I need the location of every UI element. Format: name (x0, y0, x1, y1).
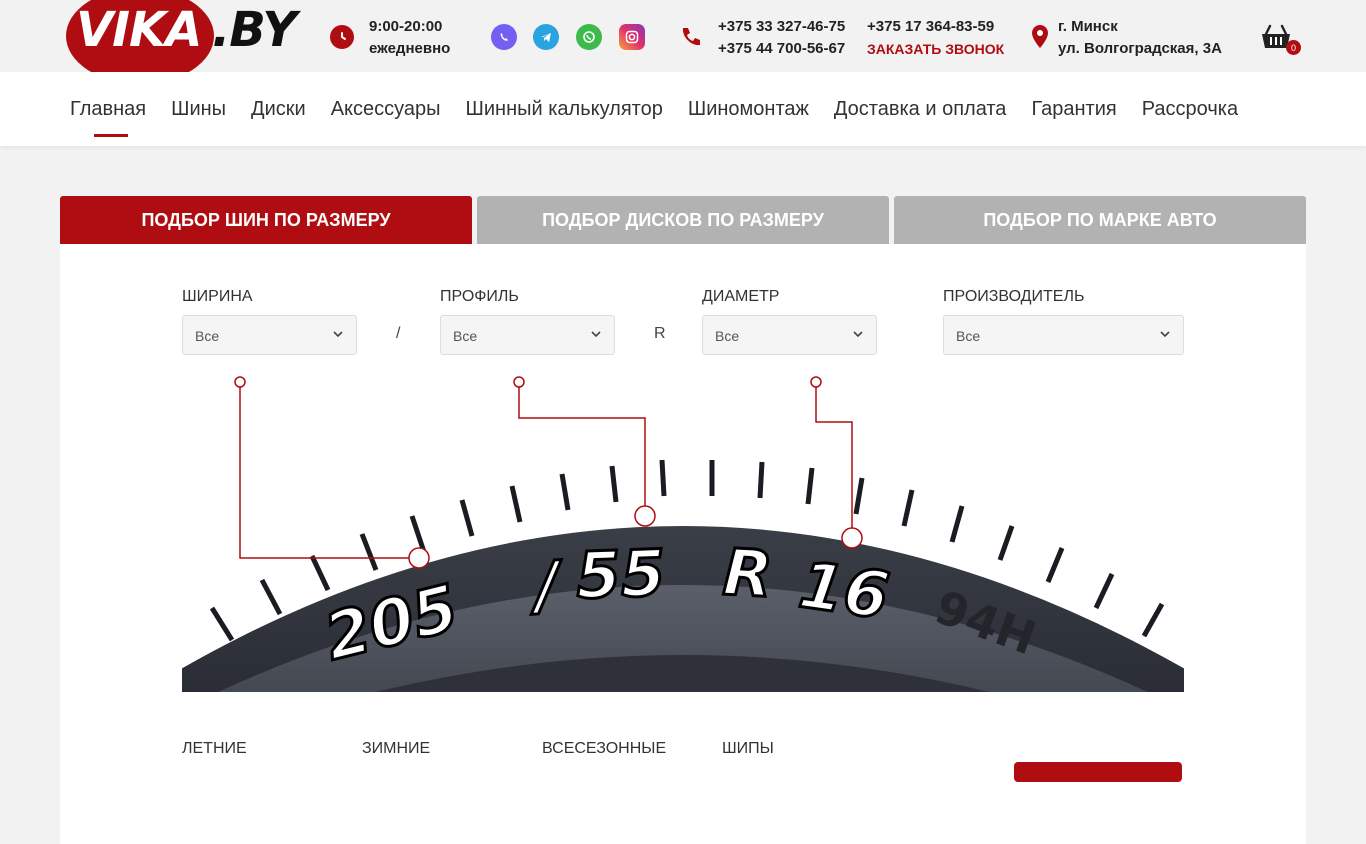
clock-icon (330, 25, 354, 49)
telegram-icon[interactable] (533, 24, 559, 50)
nav-item-home[interactable]: Главная (70, 98, 146, 137)
address-street: ул. Волгоградская, 3А (1058, 40, 1222, 57)
phone-number-2[interactable]: +375 44 700-56-67 (718, 38, 845, 60)
nav-item-tire-calculator[interactable]: Шинный калькулятор (466, 98, 663, 121)
tab-by-car-brand[interactable]: ПОДБОР ПО МАРКЕ АВТО (894, 196, 1306, 244)
chevron-down-icon (591, 331, 601, 338)
tab-wheels-by-size[interactable]: ПОДБОР ДИСКОВ ПО РАЗМЕРУ (477, 196, 889, 244)
nav-item-delivery[interactable]: Доставка и оплата (834, 98, 1007, 121)
width-select[interactable]: Все (182, 315, 357, 355)
tire-size-illustration: 205 / 55 R 16 94H (182, 370, 1184, 692)
logo-suffix: .BY (212, 2, 297, 58)
nav-item-wheels[interactable]: Диски (251, 98, 306, 121)
callback-link[interactable]: ЗАКАЗАТЬ ЗВОНОК (867, 38, 1004, 60)
tire-profile-text: 55 (575, 537, 667, 614)
diameter-select[interactable]: Все (702, 315, 877, 355)
chevron-down-icon (333, 331, 343, 338)
season-studded-label: ШИПЫ (722, 740, 774, 757)
season-summer-label: ЛЕТНИЕ (182, 740, 247, 757)
nav-item-tire-fitting[interactable]: Шиномонтаж (688, 98, 809, 121)
nav-item-installments[interactable]: Рассрочка (1142, 98, 1238, 121)
hours-days: ежедневно (369, 40, 451, 57)
store-address: г. Минск ул. Волгоградская, 3А (1058, 16, 1222, 60)
working-hours: 9:00-20:00 ежедневно (369, 16, 450, 60)
nav-item-tires[interactable]: Шины (171, 98, 226, 121)
chevron-down-icon (853, 331, 863, 338)
nav-item-warranty[interactable]: Гарантия (1031, 98, 1116, 121)
phone-callback-block: +375 17 364-83-59 ЗАКАЗАТЬ ЗВОНОК (867, 16, 1004, 60)
search-button[interactable] (1014, 762, 1182, 782)
profile-select[interactable]: Все (440, 315, 615, 355)
diameter-select-value: Все (715, 328, 740, 344)
width-label: ШИРИНА (182, 288, 253, 305)
season-winter-label: ЗИМНИЕ (362, 740, 431, 757)
phone-number-3[interactable]: +375 17 364-83-59 (867, 16, 1004, 38)
hours-time: 9:00-20:00 (369, 18, 443, 35)
top-bar: VIKA .BY 9:00-20:00 ежедневно +375 33 32… (0, 0, 1366, 84)
tire-r-text: R (721, 536, 774, 612)
profile-label: ПРОФИЛЬ (440, 288, 519, 305)
cart-button[interactable]: 0 (1260, 22, 1301, 56)
size-separator-slash: / (396, 325, 401, 342)
tire-diameter-text: 16 (795, 549, 893, 635)
nav-list: Главная Шины Диски Аксессуары Шинный кал… (70, 72, 1263, 146)
location-pin-icon (1030, 24, 1050, 50)
phone-number-1[interactable]: +375 33 327-46-75 (718, 16, 845, 38)
size-separator-r: R (654, 325, 666, 342)
width-select-value: Все (195, 328, 220, 344)
phone-icon (678, 24, 704, 50)
cart-count-badge: 0 (1286, 40, 1301, 55)
brand-select-value: Все (956, 328, 981, 344)
instagram-icon[interactable] (619, 24, 645, 50)
search-tabs: ПОДБОР ШИН ПО РАЗМЕРУ ПОДБОР ДИСКОВ ПО Р… (60, 196, 1306, 244)
tab-tires-by-size[interactable]: ПОДБОР ШИН ПО РАЗМЕРУ (60, 196, 472, 244)
address-city: г. Минск (1058, 18, 1118, 35)
whatsapp-icon[interactable] (576, 24, 602, 50)
brand-select[interactable]: Все (943, 315, 1184, 355)
tire-sidewall-graphic: 205 / 55 R 16 94H (182, 370, 1184, 692)
phone-list: +375 33 327-46-75 +375 44 700-56-67 (718, 16, 845, 60)
season-allseason-label: ВСЕСЕЗОННЫЕ (542, 740, 667, 757)
nav-item-accessories[interactable]: Аксессуары (331, 98, 441, 121)
profile-select-value: Все (453, 328, 478, 344)
chevron-down-icon (1160, 331, 1170, 338)
diameter-label: ДИАМЕТР (702, 288, 780, 305)
logo-text: VIKA (76, 2, 202, 58)
main-navigation: Главная Шины Диски Аксессуары Шинный кал… (0, 72, 1366, 146)
viber-icon[interactable] (491, 24, 517, 50)
brand-label: ПРОИЗВОДИТЕЛЬ (943, 288, 1085, 305)
